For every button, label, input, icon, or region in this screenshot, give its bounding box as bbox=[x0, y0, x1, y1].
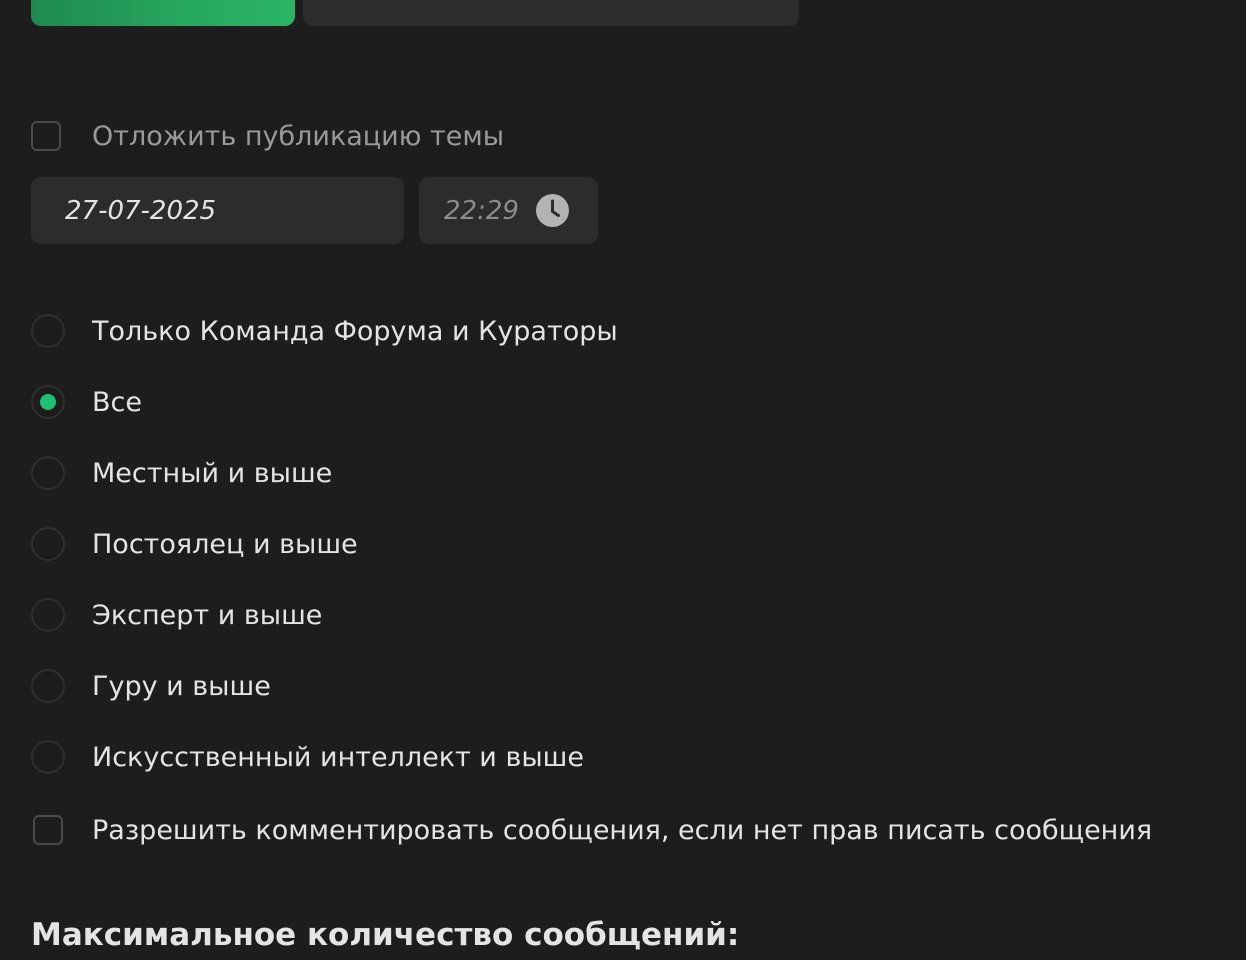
delay-publication-label: Отложить публикацию темы bbox=[92, 120, 505, 152]
access-option-label: Все bbox=[92, 386, 142, 418]
publish-time-input[interactable] bbox=[444, 195, 524, 226]
access-option-expert[interactable]: Эксперт и выше bbox=[31, 598, 322, 632]
access-option-label: Гуру и выше bbox=[92, 670, 271, 702]
publish-time-field[interactable] bbox=[419, 177, 598, 244]
allow-comments-label: Разрешить комментировать сообщения, если… bbox=[92, 814, 1153, 846]
radio-button[interactable] bbox=[31, 456, 65, 490]
secondary-action-button[interactable] bbox=[303, 0, 799, 26]
access-option-label: Искусственный интеллект и выше bbox=[92, 741, 584, 773]
delay-publication-row[interactable]: Отложить публикацию темы bbox=[31, 119, 504, 153]
allow-comments-row[interactable]: Разрешить комментировать сообщения, если… bbox=[31, 813, 1152, 847]
delay-publication-checkbox[interactable] bbox=[31, 121, 61, 151]
access-option-team-curators[interactable]: Только Команда Форума и Кураторы bbox=[31, 314, 618, 348]
radio-button-selected[interactable] bbox=[31, 385, 65, 419]
access-option-guru[interactable]: Гуру и выше bbox=[31, 669, 271, 703]
radio-button[interactable] bbox=[31, 669, 65, 703]
access-option-all[interactable]: Все bbox=[31, 385, 142, 419]
clock-icon[interactable] bbox=[536, 194, 569, 227]
access-option-regular[interactable]: Постоялец и выше bbox=[31, 527, 358, 561]
radio-button[interactable] bbox=[31, 527, 65, 561]
access-option-label: Эксперт и выше bbox=[92, 599, 323, 631]
top-button-bar bbox=[31, 0, 799, 26]
access-option-local[interactable]: Местный и выше bbox=[31, 456, 332, 490]
max-messages-title: Максимальное количество сообщений: bbox=[31, 917, 740, 953]
allow-comments-checkbox[interactable] bbox=[33, 815, 63, 845]
publish-date-input[interactable] bbox=[31, 177, 404, 244]
primary-action-button[interactable] bbox=[31, 0, 295, 26]
radio-button[interactable] bbox=[31, 740, 65, 774]
access-option-label: Только Команда Форума и Кураторы bbox=[92, 315, 618, 347]
radio-button[interactable] bbox=[31, 314, 65, 348]
radio-button[interactable] bbox=[31, 598, 65, 632]
access-option-ai[interactable]: Искусственный интеллект и выше bbox=[31, 740, 584, 774]
access-option-label: Постоялец и выше bbox=[92, 528, 358, 560]
access-option-label: Местный и выше bbox=[92, 457, 333, 489]
